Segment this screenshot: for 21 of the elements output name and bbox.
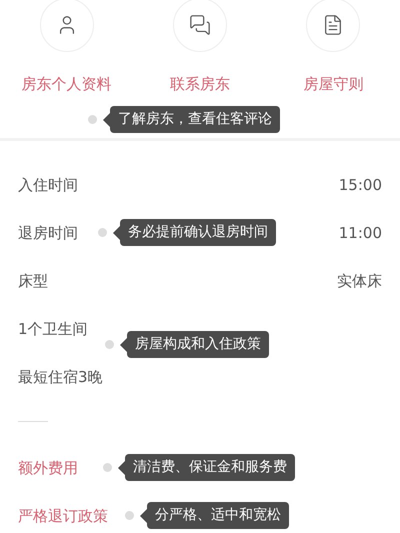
icon-button[interactable] xyxy=(306,0,360,52)
chat-icon xyxy=(188,14,211,36)
action-label[interactable]: 房屋守则 xyxy=(303,73,364,96)
callout-bubble: 清洁费、保证金和服务费 xyxy=(125,454,295,481)
detail-label: 入住时间 xyxy=(18,174,78,196)
detail-value: 实体床 xyxy=(337,270,382,292)
detail-value: 11:00 xyxy=(338,222,382,244)
action-label[interactable]: 联系房东 xyxy=(170,73,230,96)
callout-bubble: 务必提前确认退房时间 xyxy=(120,219,276,246)
callout-bubble: 分严格、适中和宽松 xyxy=(147,502,289,529)
detail-label: 床型 xyxy=(18,270,48,292)
detail-label: 1个卫生间 xyxy=(18,318,88,340)
detail-value: 15:00 xyxy=(338,174,382,196)
detail-label: 最短住宿3晚 xyxy=(18,366,103,388)
callout-bubble: 了解房东，查看住客评论 xyxy=(110,106,280,133)
icon-button[interactable] xyxy=(172,0,227,52)
policy-link[interactable]: 额外费用 xyxy=(18,456,78,480)
callout-bubble: 房屋构成和入住政策 xyxy=(127,331,269,358)
detail-label: 退房时间 xyxy=(18,222,78,244)
action-label[interactable]: 房东个人资料 xyxy=(22,73,112,96)
policy-link[interactable]: 严格退订政策 xyxy=(18,504,108,528)
